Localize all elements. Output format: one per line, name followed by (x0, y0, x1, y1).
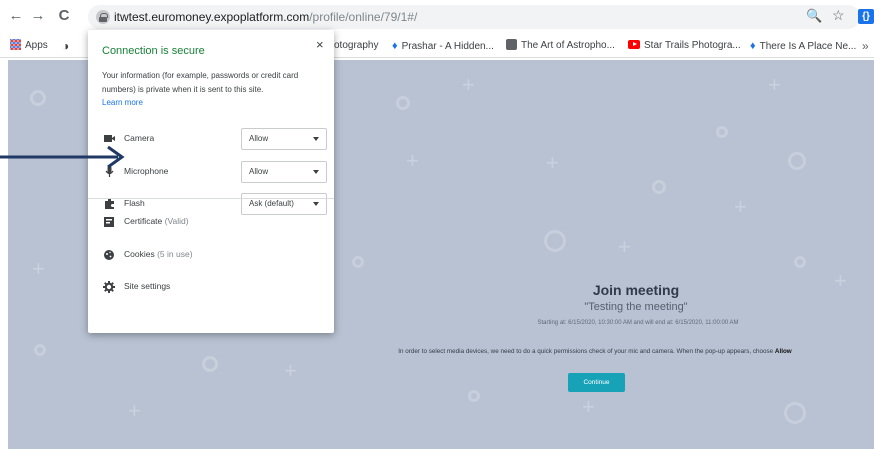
bookmark-item[interactable]: ♦ Prashar - A Hidden... (392, 38, 494, 54)
page-icon (506, 39, 517, 50)
certificate-status: (Valid) (164, 216, 189, 226)
cookie-icon (104, 250, 114, 260)
site-settings-label: Site settings (124, 281, 171, 291)
decor-circle (202, 356, 218, 372)
select-value: Allow (249, 134, 269, 143)
bookmark-label: There Is A Place Ne... (759, 41, 857, 52)
apps-grid-icon (10, 39, 21, 50)
decor-circle (352, 256, 364, 268)
back-icon[interactable]: ← (6, 6, 26, 26)
decor-plus: + (768, 72, 781, 97)
bookmark-overflow-icon[interactable]: » (862, 38, 869, 54)
bookmark-label: otography (334, 40, 379, 51)
join-meeting-title: Join meeting (592, 282, 680, 298)
permissions-message-allow: Allow (774, 348, 792, 355)
cookies-label: Cookies (5 in use) (124, 249, 193, 259)
extension-icon[interactable]: {} (858, 9, 874, 24)
continue-button[interactable]: Continue (568, 373, 625, 392)
bookmark-favicon-icon[interactable]: ◑ (62, 38, 69, 54)
site-info-popup: Connection is secure × Your information … (88, 30, 334, 333)
chevron-down-icon (313, 170, 319, 174)
permissions-message-text: In order to select media devices, we nee… (398, 348, 774, 355)
meeting-subtitle: "Testing the meeting" (584, 301, 688, 313)
decor-circle (468, 390, 480, 402)
bookmark-item[interactable]: ♦ There Is A Place Ne... (750, 38, 856, 54)
bookmark-label: Prashar - A Hidden... (401, 41, 494, 52)
cookies-text: Cookies (124, 249, 155, 259)
learn-more-link[interactable]: Learn more (102, 98, 143, 107)
url-host: itwtest.euromoney.expoplatform.com (114, 10, 310, 24)
bookmark-label: The Art of Astropho... (521, 40, 615, 51)
map-pin-icon: ♦ (392, 40, 398, 52)
decor-plus: + (32, 256, 45, 281)
bookmark-label: Apps (25, 40, 48, 51)
cookies-status: (5 in use) (157, 249, 193, 259)
annotation-arrow-icon (0, 145, 125, 169)
permission-label: Flash (124, 198, 145, 208)
bookmark-label: Star Trails Photogra... (644, 40, 741, 51)
camera-permission-select[interactable]: Allow (241, 128, 327, 150)
meeting-time: Starting at: 6/15/2020, 10:30:00 AM and … (537, 320, 739, 326)
decor-plus: + (582, 394, 595, 419)
decor-plus: + (834, 268, 847, 293)
cookies-row[interactable]: Cookies (5 in use) (88, 245, 334, 265)
certificate-icon (104, 217, 114, 227)
url-text[interactable]: itwtest.euromoney.expoplatform.com/profi… (114, 9, 417, 25)
bookmark-item[interactable]: The Art of Astropho... (506, 38, 615, 54)
lock-icon[interactable] (96, 10, 110, 24)
decor-circle (34, 344, 46, 356)
close-icon[interactable]: × (316, 37, 324, 52)
chevron-down-icon (313, 137, 319, 141)
decor-circle (794, 256, 806, 268)
reload-icon[interactable]: C (54, 6, 74, 26)
chevron-down-icon (313, 202, 319, 206)
bookmark-item[interactable]: otography (334, 38, 378, 54)
decor-circle (788, 152, 806, 170)
forward-icon[interactable]: → (28, 6, 48, 26)
select-value: Ask (default) (249, 199, 294, 208)
popup-divider (88, 198, 334, 199)
youtube-icon (628, 40, 640, 49)
select-value: Allow (249, 167, 269, 176)
permission-label: Microphone (124, 166, 169, 176)
decor-circle (716, 126, 728, 138)
microphone-permission-select[interactable]: Allow (241, 161, 327, 183)
decor-circle (544, 230, 566, 252)
decor-plus: + (406, 148, 419, 173)
url-path: /profile/online/79/1#/ (309, 10, 418, 24)
decor-plus: + (546, 150, 559, 175)
decor-plus: + (128, 398, 141, 423)
decor-circle (652, 180, 666, 194)
decor-plus: + (462, 72, 475, 97)
certificate-text: Certificate (124, 216, 163, 226)
bookmark-star-icon[interactable]: ☆ (832, 7, 845, 24)
connection-description: Your information (for example, passwords… (102, 71, 299, 94)
decor-circle (784, 402, 806, 424)
connection-secure-title: Connection is secure (102, 45, 205, 57)
site-settings-row[interactable]: Site settings (88, 277, 334, 297)
browser-toolbar: ← → C itwtest.euromoney.expoplatform.com… (0, 0, 874, 34)
decor-plus: + (734, 194, 747, 219)
decor-plus: + (618, 234, 631, 259)
gear-icon (103, 281, 115, 293)
decor-circle (396, 96, 410, 110)
permissions-message: In order to select media devices, we nee… (320, 348, 870, 355)
map-pin-icon: ♦ (750, 40, 756, 52)
bookmark-apps[interactable]: Apps (10, 38, 48, 54)
certificate-row[interactable]: Certificate (Valid) (88, 212, 334, 232)
zoom-icon[interactable]: 🔍 (806, 8, 822, 24)
decor-plus: + (284, 358, 297, 383)
bookmark-item[interactable]: Star Trails Photogra... (628, 38, 741, 54)
certificate-label: Certificate (Valid) (124, 216, 189, 226)
decor-circle (30, 90, 46, 106)
